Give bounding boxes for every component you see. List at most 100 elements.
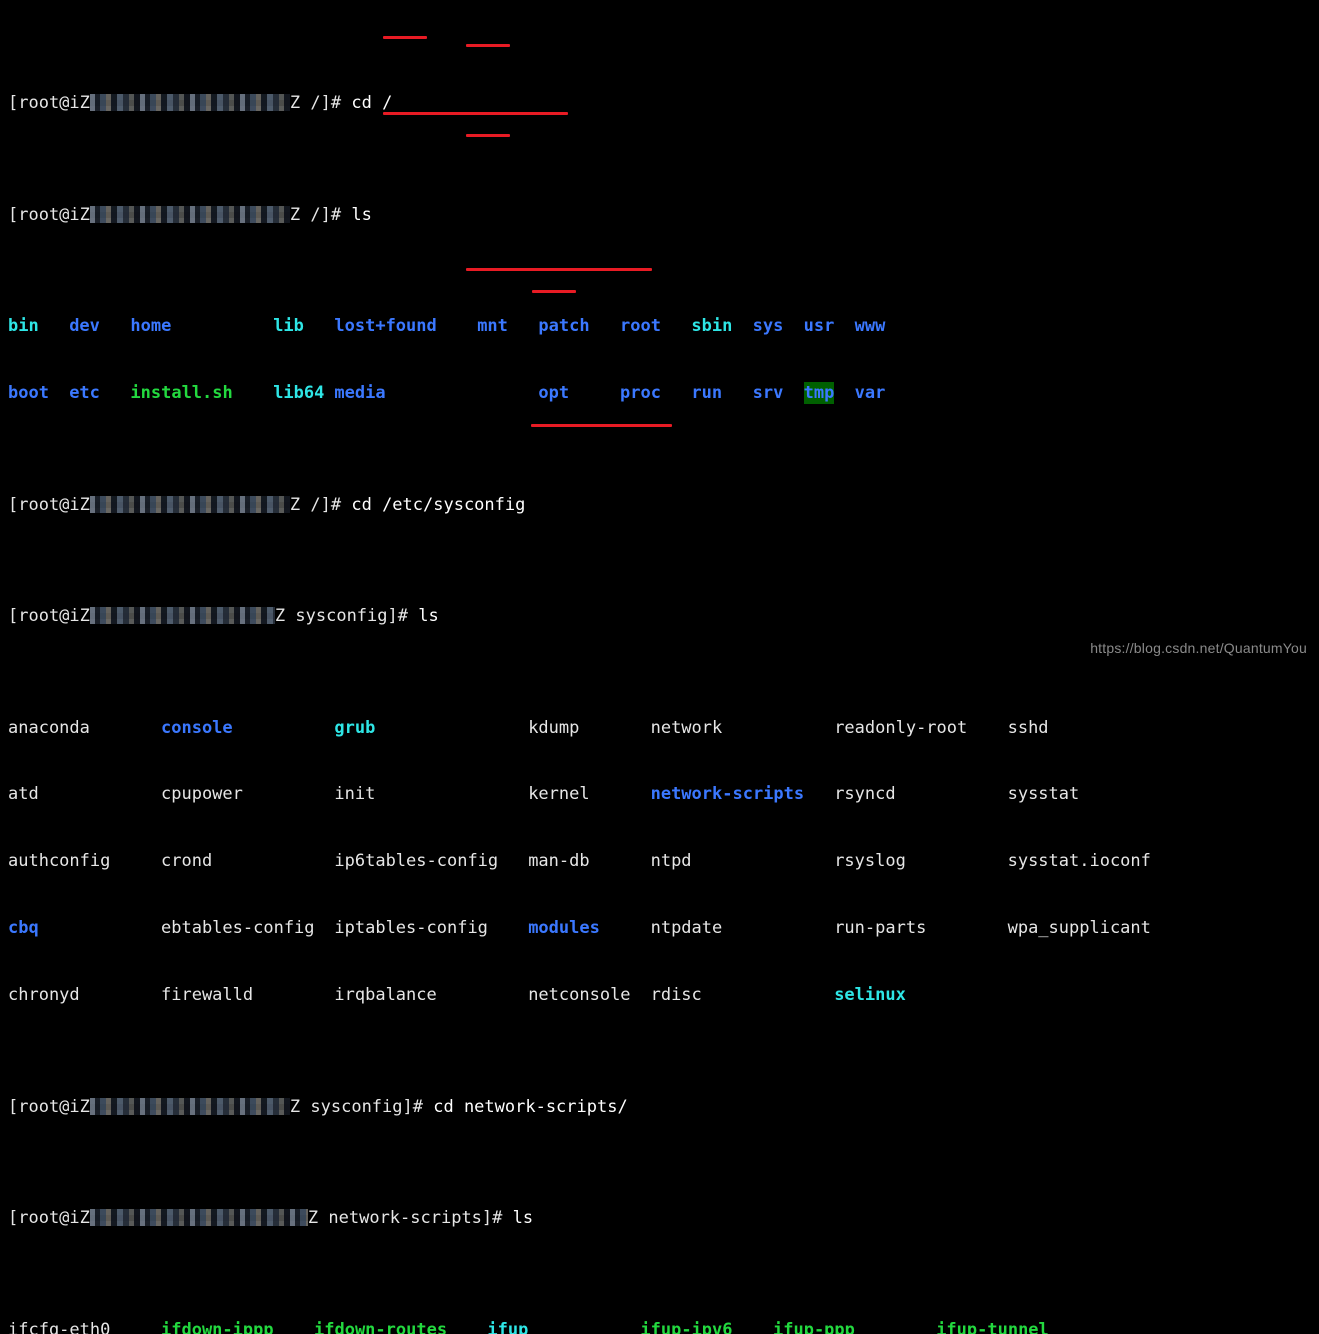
ls-entry: man-db xyxy=(528,851,590,872)
red-underline-annotation xyxy=(383,112,568,115)
prompt-path-text-4: sysconfig]# xyxy=(295,606,408,627)
ls-entry: authconfig xyxy=(8,851,111,872)
command-cd-network-scripts[interactable]: cd network-scripts/ xyxy=(433,1097,627,1117)
ls-entry: opt xyxy=(538,383,570,404)
ls-entry: ifdown-routes xyxy=(314,1319,448,1334)
prompt-host-suffix-3: Z xyxy=(289,494,301,515)
sp2b xyxy=(341,205,351,225)
ls-entry: atd xyxy=(8,784,39,805)
prompt-user-host-prefix-3: [root@iZ xyxy=(8,494,90,515)
sp6b xyxy=(502,1208,512,1228)
sp5a xyxy=(300,1097,310,1117)
ls-entry: ip6tables-config xyxy=(334,851,499,872)
ls-entry: ifcfg-eth0 xyxy=(8,1319,111,1334)
prompt-user-host-prefix-6: [root@iZ xyxy=(8,1208,90,1229)
ls-entry: netconsole xyxy=(528,985,631,1006)
ls-sysconfig-row-4: cbq ebtables-config iptables-config modules… xyxy=(8,917,1311,939)
ls-entry: cpupower xyxy=(161,784,243,805)
ls-entry: ifup-ppp xyxy=(773,1319,855,1334)
redacted-hostname-5 xyxy=(89,1097,290,1115)
command-cd-root[interactable]: cd / xyxy=(351,93,392,113)
ls-entry: rsyslog xyxy=(834,851,906,872)
ls-entry: iptables-config xyxy=(334,918,488,939)
ls-sysconfig-row-5: chronyd firewalld irqbalance netconsole rdis… xyxy=(8,984,1311,1006)
ls-entry: network xyxy=(650,717,723,738)
red-underline-annotation xyxy=(532,290,576,293)
terminal-screen[interactable]: [root@iZ Z /]# cd / [root@iZ Z /]# ls bin d… xyxy=(8,3,1311,1334)
ls-entry: run-parts xyxy=(834,918,927,939)
ls-entry: firewalld xyxy=(161,985,254,1006)
prompt-host-suffix-2: Z xyxy=(289,204,301,225)
ls-entry: ifup-tunnel xyxy=(936,1319,1049,1334)
terminal-line-prompt-4: [root@iZ Z sysconfig]# ls xyxy=(8,605,1311,627)
command-cd-sysconfig[interactable]: cd /etc/sysconfig xyxy=(351,495,525,515)
terminal-line-prompt-5: [root@iZ Z sysconfig]# cd network-scripts… xyxy=(8,1096,1311,1118)
ls-entry: install.sh xyxy=(130,383,233,404)
watermark-text: https://blog.csdn.net/QuantumYou xyxy=(1090,639,1307,656)
ls-entry: ifup xyxy=(487,1319,529,1334)
ls-entry: ntpdate xyxy=(650,918,723,939)
ls-entry: grub xyxy=(334,717,376,738)
prompt-path-text-5: sysconfig]# xyxy=(310,1096,423,1117)
ls-sysconfig-row-3: authconfig crond ip6tables-config man-db ntp… xyxy=(8,850,1311,872)
ls-entry: selinux xyxy=(834,985,906,1006)
ls-entry: readonly-root xyxy=(834,717,968,738)
ls-entry: rsyncd xyxy=(834,784,896,805)
prompt-host-suffix-6: Z xyxy=(307,1208,319,1229)
prompt-space-1 xyxy=(341,93,351,113)
prompt-user-host-prefix-5: [root@iZ xyxy=(8,1096,90,1117)
ls-entry: boot xyxy=(8,383,49,404)
command-ls-network-scripts[interactable]: ls xyxy=(513,1208,533,1228)
ls-entry: lib xyxy=(273,316,304,337)
ls-entry: kdump xyxy=(528,717,580,738)
terminal-line-prompt-6: [root@iZ Z network-scripts]# ls xyxy=(8,1207,1311,1229)
ls-entry: bin xyxy=(8,316,39,337)
ls-entry: sshd xyxy=(1007,717,1049,738)
ls-entry: chronyd xyxy=(8,985,80,1006)
command-ls-sysconfig[interactable]: ls xyxy=(418,606,438,626)
red-underline-annotation xyxy=(531,424,672,427)
ls-entry: dev xyxy=(69,316,100,337)
ls-root-row-1: bin dev home lib lost+found mnt patch root sbin s… xyxy=(8,315,1311,337)
ls-entry: sbin xyxy=(691,316,733,337)
prompt-path-text-3: /]# xyxy=(310,494,342,515)
terminal-line-prompt-3: [root@iZ Z /]# cd /etc/sysconfig xyxy=(8,494,1311,516)
ls-entry: www xyxy=(854,316,886,337)
ls-entry: modules xyxy=(528,918,600,939)
ls-sysconfig-row-2: atd cpupower init kernel network-scripts rsyn… xyxy=(8,783,1311,805)
prompt-user-host-prefix-2: [root@iZ xyxy=(8,204,90,225)
ls-entry: ntpd xyxy=(650,851,692,872)
ls-entry: proc xyxy=(620,383,661,404)
terminal-line-prompt-1: [root@iZ Z /]# cd / xyxy=(8,92,1311,114)
ls-entry: ebtables-config xyxy=(161,918,315,939)
ls-entry: sysstat.ioconf xyxy=(1007,851,1151,872)
ls-entry: lib64 xyxy=(273,383,325,404)
ls-entry: wpa_supplicant xyxy=(1007,918,1151,939)
ls-sysconfig-row-1: anaconda console grub kdump network readonly-… xyxy=(8,717,1311,739)
redacted-hostname-6 xyxy=(89,1209,308,1227)
ls-entry: tmp xyxy=(803,382,835,405)
redacted-hostname-2 xyxy=(89,205,290,223)
red-underline-annotation xyxy=(466,44,510,47)
ls-entry: cbq xyxy=(8,918,39,939)
ls-entry: run xyxy=(691,383,723,404)
ls-netscripts-row-1: ifcfg-eth0 ifdown-ippp ifdown-routes ifup if… xyxy=(8,1319,1311,1334)
sp2a xyxy=(300,205,310,225)
ls-entry: rdisc xyxy=(650,985,702,1006)
sp3b xyxy=(341,495,351,515)
ls-entry: srv xyxy=(752,383,784,404)
ls-entry: usr xyxy=(803,316,835,337)
prompt-path-text-6: network-scripts]# xyxy=(328,1208,503,1229)
ls-entry: init xyxy=(334,784,376,805)
sp3a xyxy=(300,495,310,515)
prompt-host-suffix-5: Z xyxy=(289,1096,301,1117)
ls-entry: mnt xyxy=(477,316,508,337)
ls-entry: console xyxy=(161,717,233,738)
ls-entry: patch xyxy=(538,316,590,337)
sp4a xyxy=(285,606,295,626)
command-ls-root[interactable]: ls xyxy=(351,205,371,225)
sp5b xyxy=(423,1097,433,1117)
red-underline-annotation xyxy=(383,36,427,39)
ls-entry: ifup-ipv6 xyxy=(640,1319,733,1334)
redacted-hostname xyxy=(89,94,290,112)
